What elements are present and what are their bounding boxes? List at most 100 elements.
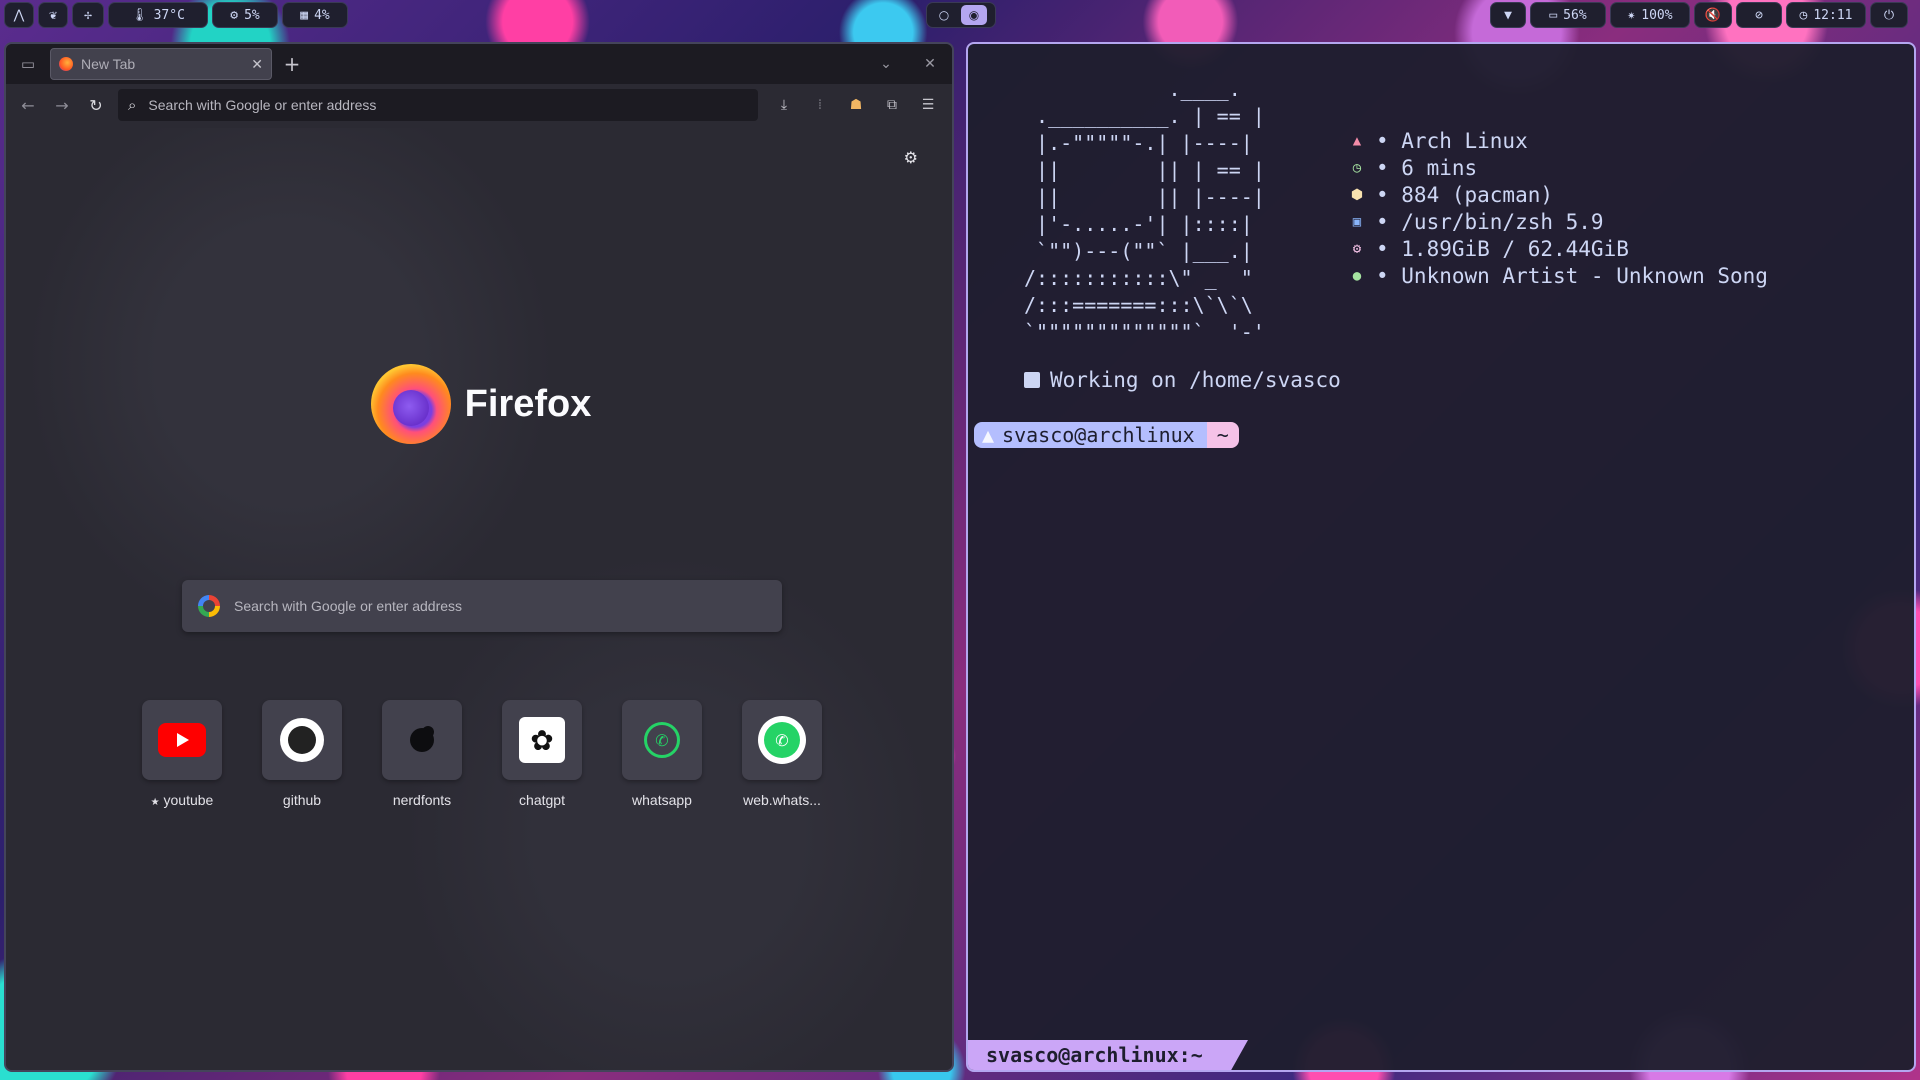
- working-text: Working on /home/svasco: [1050, 368, 1341, 392]
- gear-icon[interactable]: ⚙: [904, 148, 918, 167]
- arch-icon: ▲: [1352, 133, 1362, 149]
- mic-muted-icon: ⊘: [1755, 7, 1763, 23]
- new-tab-button[interactable]: +: [272, 52, 312, 76]
- shortcut-label: nerdfonts: [392, 792, 452, 808]
- close-window-button[interactable]: ✕: [908, 56, 952, 72]
- cpu-widget[interactable]: ⚙ 5%: [212, 2, 278, 28]
- firefox-window: ▭ New Tab ✕ + ⌄ ✕ ← → ↻ ⌕ Search with Go…: [4, 42, 954, 1072]
- wifi-widget[interactable]: ▼: [1490, 2, 1526, 28]
- ascii-art-logo: .____. .__________. | == | |.-"""""-.| |…: [1024, 77, 1265, 344]
- info-music: ● • Unknown Artist - Unknown Song: [1348, 263, 1768, 290]
- arch-icon: ⋀: [13, 7, 25, 23]
- container-button[interactable]: ☗: [838, 97, 874, 113]
- leaf-button[interactable]: ❦: [38, 2, 68, 28]
- terminal-icon: ▣: [1352, 214, 1362, 230]
- close-tab-icon[interactable]: ✕: [251, 56, 263, 73]
- tab-new-tab[interactable]: New Tab ✕: [50, 48, 272, 80]
- power-button[interactable]: ⏻: [1870, 2, 1908, 28]
- reload-button[interactable]: ↻: [80, 89, 112, 121]
- terminal-window[interactable]: .____. .__________. | == | |.-"""""-.| |…: [966, 42, 1916, 1072]
- fan-button[interactable]: ✢: [72, 2, 104, 28]
- workspace-2[interactable]: ◉: [961, 5, 987, 25]
- temperature-widget[interactable]: 🌡 37°C: [108, 2, 208, 28]
- sidebar-toggle-button[interactable]: ▭: [6, 44, 50, 84]
- info-text: • 884 (pacman): [1376, 183, 1554, 207]
- info-os: ▲ • Arch Linux: [1348, 128, 1768, 155]
- shortcut-whatsapp[interactable]: ✆ whatsapp: [622, 700, 702, 808]
- shell-prompt: ▲ svasco@archlinux ~: [974, 422, 1239, 448]
- forward-button[interactable]: →: [46, 89, 78, 121]
- sidebar-icon: ▭: [20, 55, 36, 73]
- prompt-dir-segment: ~: [1206, 422, 1239, 448]
- back-button[interactable]: ←: [12, 89, 44, 121]
- battery-widget[interactable]: ▭ 56%: [1530, 2, 1606, 28]
- terminal-icon: [1024, 372, 1040, 388]
- newtab-search-input[interactable]: Search with Google or enter address: [182, 580, 782, 632]
- shortcut-label: web.whats...: [743, 792, 821, 808]
- working-directory-line: Working on /home/svasco: [1024, 368, 1341, 392]
- nerdfonts-icon: [410, 728, 434, 752]
- brightness-icon: ✷: [1627, 7, 1636, 23]
- brightness-widget[interactable]: ✷ 100%: [1610, 2, 1690, 28]
- arrow-left-icon: ←: [21, 95, 35, 115]
- chip-icon: ⚙: [1352, 241, 1362, 257]
- url-bar[interactable]: ⌕ Search with Google or enter address: [118, 89, 758, 121]
- terminal-status-bar: svasco@archlinux:~: [968, 1040, 1248, 1070]
- downloads-button[interactable]: ⤓: [766, 97, 802, 113]
- volume-muted-icon: 🔇: [1704, 7, 1722, 23]
- system-info: ▲ • Arch Linux ◷ • 6 mins ⬢ • 884 (pacma…: [1348, 128, 1768, 290]
- battery-icon: ▭: [1549, 7, 1558, 23]
- clock-icon: ◷: [1799, 7, 1808, 23]
- shortcut-label: whatsapp: [632, 792, 692, 808]
- status-title: svasco@archlinux:~: [986, 1043, 1203, 1067]
- shortcut-youtube[interactable]: ★ youtube: [142, 700, 222, 808]
- extensions-button[interactable]: ⧉: [874, 97, 910, 113]
- info-text: • Unknown Artist - Unknown Song: [1376, 264, 1768, 288]
- firefox-logo-icon: [370, 364, 451, 444]
- volume-widget[interactable]: 🔇: [1694, 2, 1732, 28]
- battery-value: 56%: [1563, 7, 1587, 23]
- shortcut-label: chatgpt: [519, 792, 565, 808]
- firefox-wordmark: Firefox: [464, 382, 592, 425]
- prompt-user-segment: ▲ svasco@archlinux: [974, 422, 1207, 448]
- reader-button[interactable]: ⁞: [802, 97, 838, 113]
- shortcut-chatgpt[interactable]: ✿ chatgpt: [502, 700, 582, 808]
- info-text: • /usr/bin/zsh 5.9: [1376, 210, 1604, 234]
- memory-icon: ▦: [300, 7, 309, 23]
- info-shell: ▣ • /usr/bin/zsh 5.9: [1348, 209, 1768, 236]
- info-packages: ⬢ • 884 (pacman): [1348, 182, 1768, 209]
- arch-menu-button[interactable]: ⋀: [4, 2, 34, 28]
- whatsapp-web-icon: ✆: [758, 716, 806, 764]
- memory-widget[interactable]: ▦ 4%: [282, 2, 348, 28]
- search-icon: ⌕: [128, 96, 137, 114]
- shortcut-web-whatsapp[interactable]: ✆ web.whats...: [742, 700, 822, 808]
- navigation-toolbar: ← → ↻ ⌕ Search with Google or enter addr…: [6, 84, 952, 126]
- url-placeholder: Search with Google or enter address: [148, 97, 377, 113]
- package-icon: ⬢: [1350, 187, 1364, 203]
- clock-widget[interactable]: ◷ 12:11: [1786, 2, 1866, 28]
- brightness-value: 100%: [1641, 7, 1673, 23]
- whatsapp-icon: ✆: [644, 722, 680, 758]
- tab-title: New Tab: [81, 56, 136, 72]
- cpu-icon: ⚙: [230, 7, 239, 23]
- temperature-value: 37°C: [153, 7, 185, 23]
- new-tab-page: ⚙ Firefox Search with Google or enter ad…: [6, 128, 952, 1070]
- firefox-brand: Firefox: [6, 364, 952, 444]
- workspace-1[interactable]: ○: [931, 5, 957, 25]
- mic-widget[interactable]: ⊘: [1736, 2, 1782, 28]
- list-all-tabs-button[interactable]: ⌄: [864, 56, 908, 72]
- circle-dot-icon: ◉: [968, 8, 980, 22]
- workspace-switcher: ○ ◉: [926, 2, 996, 28]
- prompt-dir: ~: [1216, 423, 1229, 447]
- clock-value: 12:11: [1813, 7, 1853, 23]
- chatgpt-icon: ✿: [519, 717, 565, 763]
- cpu-value: 5%: [244, 7, 260, 23]
- memory-value: 4%: [314, 7, 330, 23]
- shortcut-github[interactable]: github: [262, 700, 342, 808]
- github-icon: [280, 718, 324, 762]
- search-placeholder: Search with Google or enter address: [234, 598, 463, 614]
- prompt-user: svasco@archlinux: [1002, 423, 1195, 447]
- menu-button[interactable]: ☰: [910, 97, 946, 113]
- top-bar: ⋀ ❦ ✢ 🌡 37°C ⚙ 5% ▦ 4% ○ ◉ ▼ ▭ 56% ✷ 100…: [0, 0, 1920, 32]
- shortcut-nerdfonts[interactable]: nerdfonts: [382, 700, 462, 808]
